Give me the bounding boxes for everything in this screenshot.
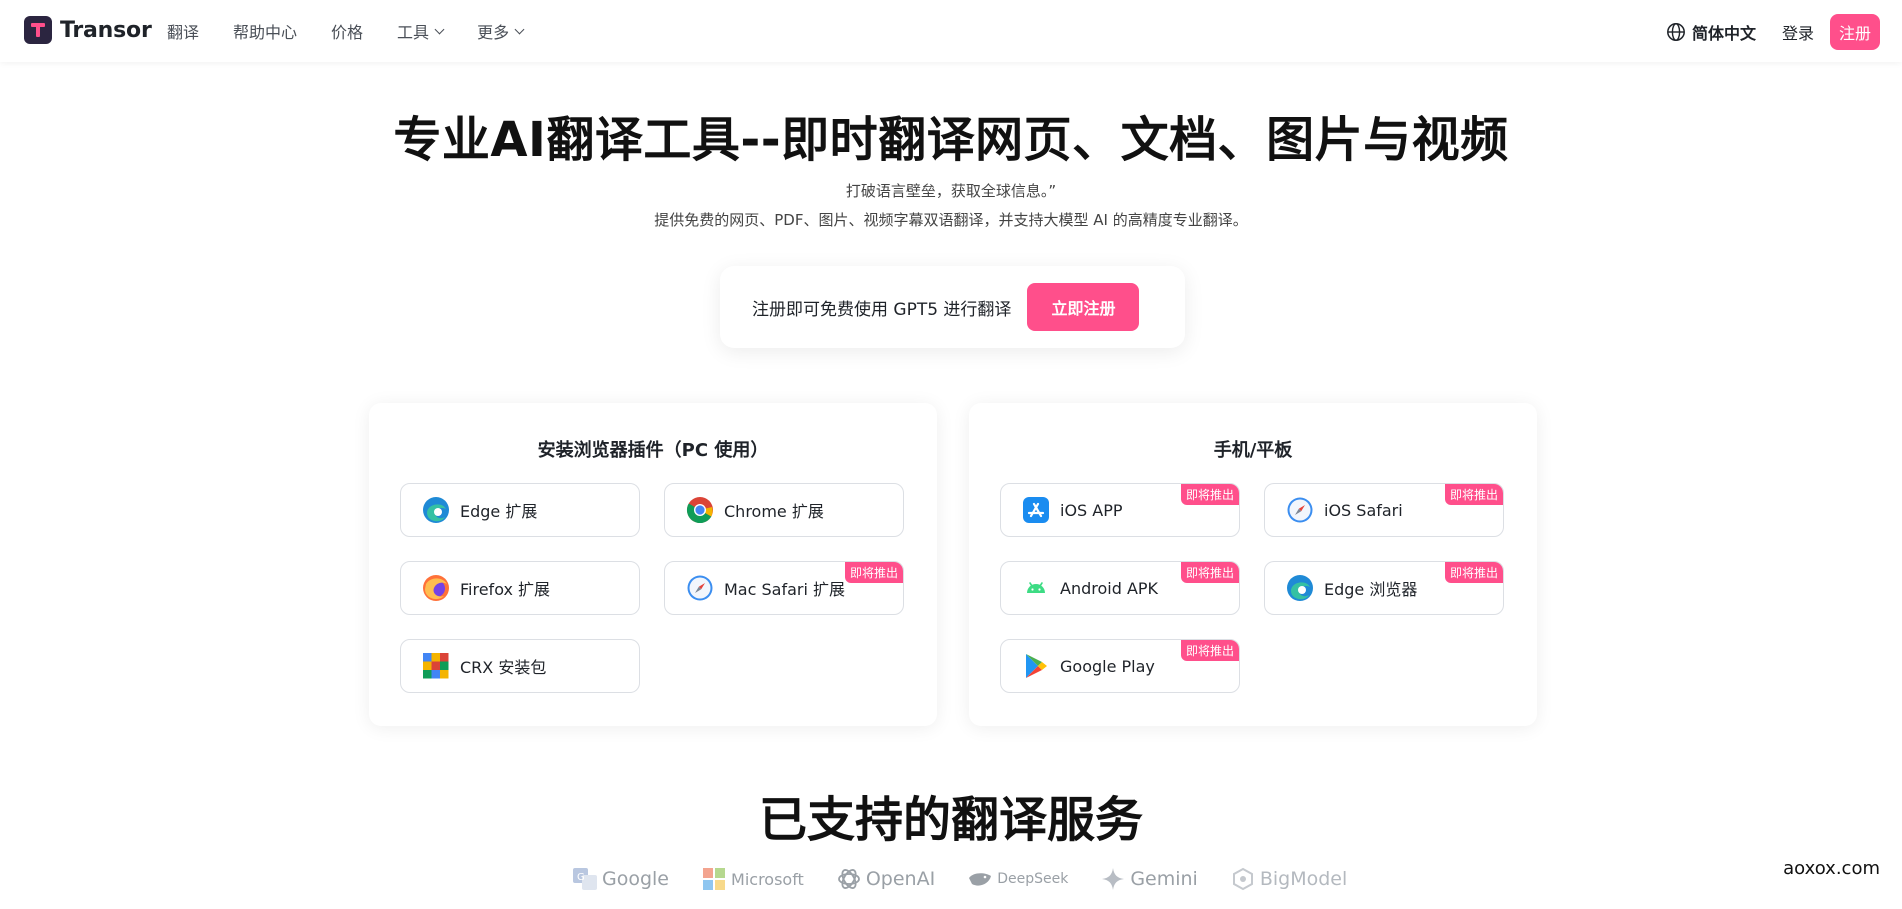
ios-app-button[interactable]: iOS APP 即将推出 [1000,483,1240,537]
top-nav: Transor 翻译 帮助中心 价格 工具 更多 简体中文 登录 注册 [0,0,1902,62]
card-title: 安装浏览器插件（PC 使用） [537,440,769,461]
coming-soon-badge: 即将推出 [1180,484,1239,505]
language-label: 简体中文 [1691,24,1756,43]
openai-icon [837,869,860,889]
edge-extension-button[interactable]: Edge 扩展 [400,483,640,537]
mac-safari-extension-button[interactable]: Mac Safari 扩展 即将推出 [664,561,904,615]
firefox-icon [423,575,449,601]
app-store-icon [1023,497,1049,523]
edge-browser-button[interactable]: Edge 浏览器 即将推出 [1264,561,1504,615]
provider-name: OpenAI [865,868,936,890]
provider-name: DeepSeek [997,871,1069,887]
provider-gemini: Gemini [1100,866,1198,892]
svg-text:G: G [577,872,585,883]
item-label: Google Play [1060,656,1155,676]
crx-package-icon [423,653,449,679]
item-label: Android APK [1060,578,1159,598]
google-play-icon [1026,654,1047,678]
google-play-button[interactable]: Google Play 即将推出 [1000,639,1240,693]
safari-icon [687,575,713,601]
provider-deepseek: DeepSeek [967,866,1068,892]
hero-title: 专业AI翻译工具--即时翻译网页、文档、图片与视频 [393,112,1509,168]
signup-cta-box: 注册即可免费使用 GPT5 进行翻译 立即注册 [720,266,1185,348]
language-selector[interactable]: 简体中文 [1666,20,1756,44]
firefox-extension-button[interactable]: Firefox 扩展 [400,561,640,615]
provider-google: G Google [572,866,669,892]
nav-link-translate[interactable]: 翻译 [167,19,199,43]
provider-name: Gemini [1130,868,1198,890]
hero-subtitle: 打破语言壁垒，获取全球信息。” [845,182,1057,200]
chrome-extension-button[interactable]: Chrome 扩展 [664,483,904,537]
login-link[interactable]: 登录 [1782,20,1814,44]
nav-right: 简体中文 登录 注册 [1666,14,1880,50]
edge-icon [423,497,449,523]
item-label: Edge 扩展 [460,502,538,521]
item-label: CRX 安装包 [460,658,547,677]
edge-icon [1287,575,1313,601]
brand-name: Transor [60,17,152,43]
cta-text: 注册即可免费使用 GPT5 进行翻译 [752,299,1012,320]
nav-link-help-center[interactable]: 帮助中心 [233,19,297,43]
crx-package-button[interactable]: CRX 安装包 [400,639,640,693]
coming-soon-badge: 即将推出 [1444,484,1503,505]
provider-name: BigModel [1259,868,1348,890]
globe-icon [1667,23,1685,41]
coming-soon-badge: 即将推出 [1180,640,1239,661]
safari-icon [1287,497,1313,523]
signup-button[interactable]: 注册 [1829,14,1880,50]
ios-safari-button[interactable]: iOS Safari 即将推出 [1264,483,1504,537]
google-translate-icon: G [573,868,597,890]
item-label: iOS Safari [1324,500,1403,520]
nav-link-pricing[interactable]: 价格 [331,19,363,43]
brand-logo[interactable]: Transor [24,16,152,44]
android-apk-button[interactable]: Android APK 即将推出 [1000,561,1240,615]
hero-description: 提供免费的网页、PDF、图片、视频字幕双语翻译，并支持大模型 AI 的高精度专业… [654,211,1248,229]
provider-openai: OpenAI [836,866,935,892]
mobile-tablet-card: 手机/平板 iOS APP 即将推出 iOS Safari 即将推出 Andro… [969,403,1537,726]
nav-link-more[interactable]: 更多 [477,19,525,43]
item-label: Firefox 扩展 [460,580,551,599]
coming-soon-badge: 即将推出 [1444,562,1503,583]
provider-microsoft: Microsoft [701,866,804,892]
coming-soon-badge: 即将推出 [1180,562,1239,583]
services-logos: G Google Microsoft OpenAI DeepSeek Gemin… [572,866,1379,892]
services-title: 已支持的翻译服务 [758,792,1143,848]
nav-link-tools[interactable]: 工具 [397,19,445,43]
android-icon [1027,582,1045,593]
provider-name: Google [602,868,670,890]
register-now-button[interactable]: 立即注册 [1027,283,1140,331]
nav-link-tools-label: 工具 [397,23,430,42]
item-label: Mac Safari 扩展 [724,580,846,599]
chrome-icon [686,497,713,524]
chevron-down-icon [434,24,445,34]
bigmodel-icon [1232,867,1253,891]
watermark: aoxox.com [1783,858,1880,879]
microsoft-icon [703,868,726,890]
gemini-icon [1102,868,1125,890]
chevron-down-icon [514,24,525,34]
provider-name: Microsoft [731,869,804,889]
transor-logo-icon [24,16,52,44]
item-label: Edge 浏览器 [1324,580,1418,599]
browser-extensions-card: 安装浏览器插件（PC 使用） Edge 扩展 Chrome 扩展 Firefox… [369,403,937,726]
deepseek-icon [969,873,992,886]
item-label: iOS APP [1060,500,1123,520]
card-title: 手机/平板 [1213,440,1293,461]
coming-soon-badge: 即将推出 [844,562,903,583]
nav-links: 翻译 帮助中心 价格 工具 更多 [167,19,557,43]
item-label: Chrome 扩展 [724,502,824,521]
nav-link-more-label: 更多 [477,23,510,42]
provider-bigmodel: BigModel [1230,866,1347,892]
